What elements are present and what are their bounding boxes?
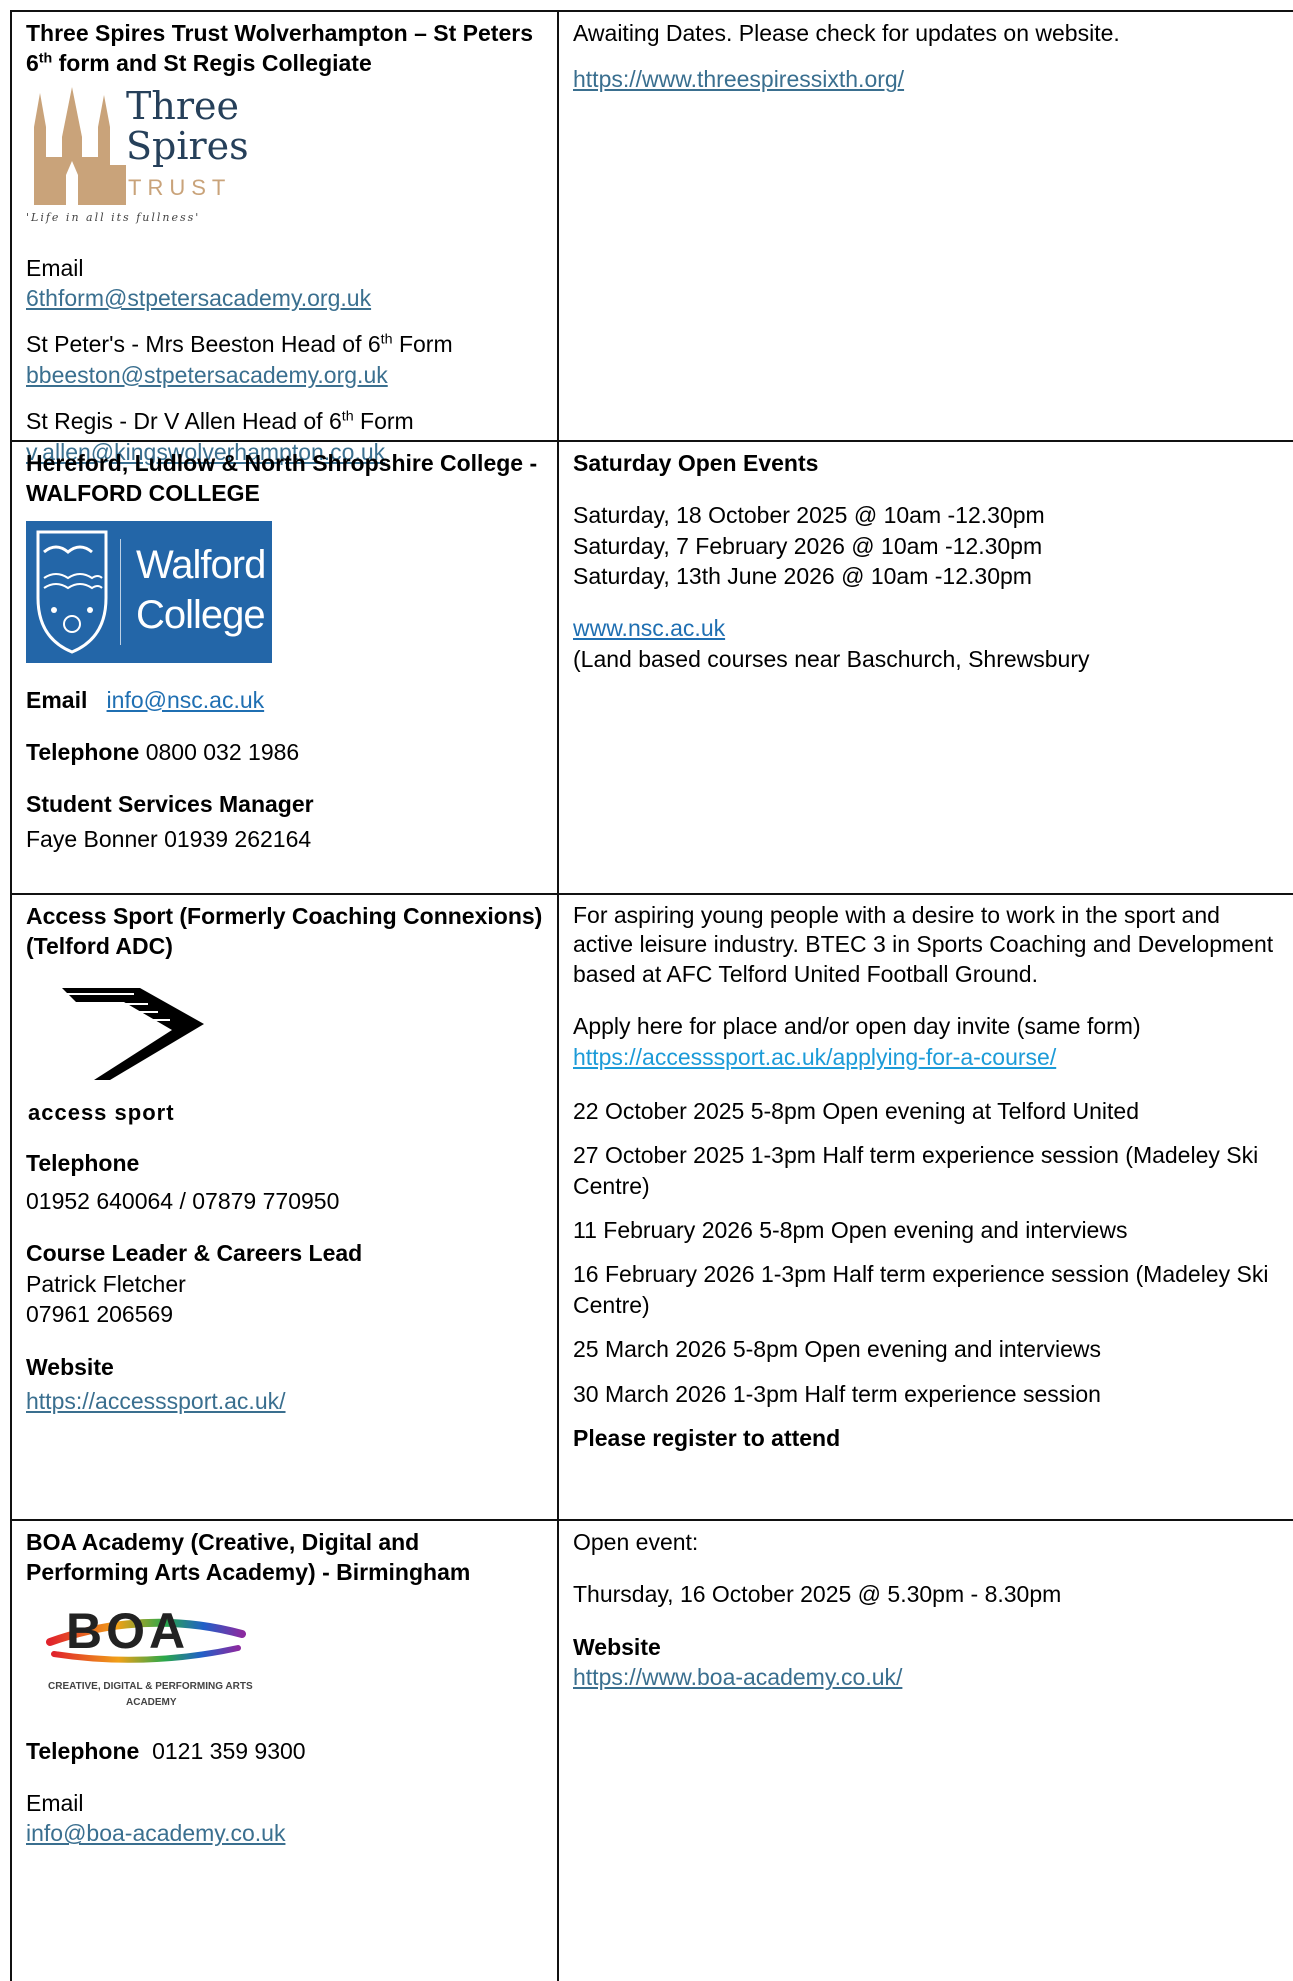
website-link[interactable]: https://www.boa-academy.co.uk/ [573, 1664, 902, 1690]
walford-college-logo: Walford College [26, 520, 272, 663]
events-heading: Open event: [573, 1529, 699, 1555]
events-cell: Saturday Open Events Saturday, 18 Octobe… [559, 442, 1293, 893]
course-description: For aspiring young people with a desire … [573, 902, 1274, 987]
phone-label: Telephone [26, 1737, 140, 1764]
contact-name: St Regis - Dr V Allen Head of 6th Form [26, 408, 414, 435]
lead-phone: 07961 206569 [26, 1301, 174, 1328]
phone-number: 0121 359 9300 [152, 1737, 306, 1764]
website-label: Website [26, 1353, 114, 1380]
email-label: Email [26, 254, 84, 281]
table-row: BOA Academy (Creative, Digital and Perfo… [10, 1521, 1293, 1981]
events-heading: Saturday Open Events [573, 450, 819, 476]
event-item: 11 February 2026 5-8pm Open evening and … [573, 1217, 1128, 1244]
events-text: Awaiting Dates. Please check for updates… [573, 20, 1120, 46]
table-row: Hereford, Ludlow & North Shropshire Coll… [10, 442, 1293, 895]
event-item: 27 October 2025 1-3pm Half term experien… [573, 1142, 1259, 1199]
event-date: Saturday, 7 February 2026 @ 10am -12.30p… [573, 532, 1043, 559]
provider-title: Hereford, Ludlow & North Shropshire Coll… [26, 450, 538, 507]
email-label: Email [26, 686, 88, 713]
manager-label: Student Services Manager [26, 791, 314, 818]
lead-name: Patrick Fletcher [26, 1270, 186, 1297]
provider-title: Three Spires Trust Wolverhampton – St Pe… [26, 20, 533, 77]
email-link[interactable]: 6thform@stpetersacademy.org.uk [26, 285, 371, 311]
provider-cell: Hereford, Ludlow & North Shropshire Coll… [10, 442, 559, 893]
contact-email-link[interactable]: bbeeston@stpetersacademy.org.uk [26, 362, 388, 388]
three-spires-logo: Three Spires TRUST 'Life in all its full… [26, 83, 249, 224]
apply-link[interactable]: https://accesssport.ac.uk/applying-for-a… [573, 1044, 1056, 1070]
register-note: Please register to attend [573, 1424, 841, 1451]
table-row: Three Spires Trust Wolverhampton – St Pe… [10, 12, 1293, 465]
event-date: Saturday, 18 October 2025 @ 10am -12.30p… [573, 502, 1045, 529]
email-link[interactable]: info@boa-academy.co.uk [26, 1820, 285, 1846]
event-item: 16 February 2026 1-3pm Half term experie… [573, 1261, 1269, 1318]
provider-title: Access Sport (Formerly Coaching Connexio… [26, 903, 543, 960]
events-cell: For aspiring young people with a desire … [559, 895, 1293, 1519]
boa-academy-logo: BOA CREATIVE, DIGITAL & PERFORMING ARTS … [46, 1602, 253, 1708]
website-link[interactable]: www.nsc.ac.uk [573, 615, 725, 641]
website-label: Website [573, 1633, 661, 1660]
event-date: Thursday, 16 October 2025 @ 5.30pm - 8.3… [573, 1581, 1062, 1608]
website-link[interactable]: https://accesssport.ac.uk/ [26, 1388, 286, 1414]
phone-label: Telephone [26, 1149, 140, 1176]
event-date: Saturday, 13th June 2026 @ 10am -12.30pm [573, 563, 1032, 590]
table-row: Access Sport (Formerly Coaching Connexio… [10, 895, 1293, 1521]
email-link[interactable]: info@nsc.ac.uk [107, 687, 265, 713]
event-item: 22 October 2025 5-8pm Open evening at Te… [573, 1098, 1139, 1125]
email-label: Email [26, 1790, 84, 1817]
providers-table: Three Spires Trust Wolverhampton – St Pe… [10, 10, 1293, 1981]
phone-number: 0800 032 1986 [145, 739, 300, 766]
contact-name: St Peter's - Mrs Beeston Head of 6th For… [26, 331, 453, 358]
events-cell: Open event: Thursday, 16 October 2025 @ … [559, 1521, 1293, 1981]
events-cell: Awaiting Dates. Please check for updates… [559, 12, 1293, 440]
provider-cell: BOA Academy (Creative, Digital and Perfo… [10, 1521, 559, 1981]
access-sport-logo: access sport [26, 976, 246, 1126]
event-item: 30 March 2026 1-3pm Half term experience… [573, 1380, 1101, 1407]
manager-contact: Faye Bonner 01939 262164 [26, 825, 312, 852]
phone-label: Telephone [26, 739, 140, 766]
lead-label: Course Leader & Careers Lead [26, 1240, 363, 1267]
provider-cell: Access Sport (Formerly Coaching Connexio… [10, 895, 559, 1519]
apply-text: Apply here for place and/or open day inv… [573, 1013, 1141, 1040]
phone-number: 01952 640064 / 07879 770950 [26, 1188, 340, 1215]
provider-cell: Three Spires Trust Wolverhampton – St Pe… [10, 12, 559, 465]
event-item: 25 March 2026 5-8pm Open evening and int… [573, 1336, 1102, 1363]
website-link[interactable]: https://www.threespiressixth.org/ [573, 66, 904, 92]
events-note: (Land based courses near Baschurch, Shre… [573, 645, 1090, 672]
provider-title: BOA Academy (Creative, Digital and Perfo… [26, 1529, 471, 1586]
